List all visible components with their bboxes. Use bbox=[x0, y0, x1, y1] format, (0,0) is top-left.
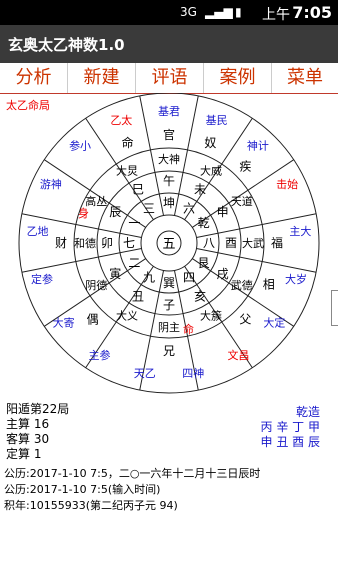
chart-glyph: 福 bbox=[271, 235, 283, 250]
chart-glyph: 主大 bbox=[289, 224, 311, 238]
footer-line: 公历:2017-1-10 7:5，二○一六年十二月十三日辰时 bbox=[4, 467, 261, 480]
chart-glyph: 艮 bbox=[198, 256, 210, 270]
battery-icon: ▮ bbox=[235, 5, 242, 19]
chart-glyph: 大簇 bbox=[200, 309, 222, 323]
chart-glyph: 偶 bbox=[87, 312, 99, 326]
chart-glyph: 大寄 bbox=[53, 316, 75, 330]
chart-glyph: 乙地 bbox=[27, 225, 49, 238]
chart-glyph: 大武 bbox=[242, 236, 264, 250]
menu-analyze-button[interactable]: 分析 bbox=[0, 63, 68, 93]
info-line: 阳遁第22局 bbox=[6, 402, 70, 416]
chart-glyph: 乙太 bbox=[110, 114, 132, 127]
chart-glyph: 丑 bbox=[132, 290, 144, 304]
bazi-stems: 丙 辛 丁 甲 bbox=[260, 420, 320, 434]
footer-line: 公历:2017-1-10 7:5(输入时间) bbox=[4, 483, 161, 496]
chart-divider bbox=[196, 247, 317, 273]
3g-icon: 3G bbox=[180, 5, 197, 19]
app-title: 玄奥太乙神数1.0 bbox=[8, 36, 125, 54]
chart-glyph: 八 bbox=[203, 236, 215, 250]
chart-glyph: 父 bbox=[239, 312, 251, 326]
chart-glyph: 大炅 bbox=[116, 163, 138, 177]
title-bar: 玄奥太乙神数1.0 bbox=[0, 25, 338, 64]
info-line: 主算 16 bbox=[6, 417, 50, 431]
clock: 7:05 bbox=[292, 3, 332, 22]
chart-glyph: 财 bbox=[55, 236, 67, 250]
chart-mark: 命 bbox=[183, 322, 194, 336]
info-line: 客算 30 bbox=[6, 432, 50, 446]
info-left: 阳遁第22局 主算 16 客算 30 定算 1 bbox=[6, 402, 69, 462]
chart-glyph: 大神 bbox=[158, 152, 180, 166]
chart-glyph: 参小 bbox=[69, 138, 91, 152]
chart-glyph: 天道 bbox=[231, 194, 253, 208]
chart-glyph: 神计 bbox=[247, 138, 269, 152]
menu-new-button[interactable]: 新建 bbox=[68, 63, 136, 93]
chart-glyph: 大岁 bbox=[285, 272, 307, 286]
chart-glyph: 午 bbox=[163, 174, 175, 188]
chart-glyph: 酉 bbox=[225, 236, 237, 250]
chart-glyph: 基民 bbox=[206, 114, 228, 127]
chart-glyph: 辰 bbox=[109, 205, 121, 219]
ampm-label: 上午 bbox=[262, 7, 290, 23]
chart-glyph: 四 bbox=[183, 271, 195, 285]
bazi-title: 乾造 bbox=[295, 405, 320, 419]
chart-glyph: 文昌 bbox=[227, 348, 249, 362]
chart-glyph: 一 bbox=[128, 216, 140, 230]
chart-glyph: 击始 bbox=[276, 177, 298, 191]
chart-glyph: 大威 bbox=[200, 163, 222, 177]
menu-more-button[interactable]: 菜单 bbox=[272, 63, 338, 93]
chart-glyph: 乾 bbox=[198, 216, 210, 230]
chart-glyph: 未 bbox=[194, 182, 206, 196]
footer-line: 积年:10155933(第二纪丙子元 94) bbox=[4, 499, 178, 512]
chart-glyph: 官 bbox=[163, 127, 175, 142]
chart-glyph: 天乙 bbox=[134, 367, 156, 380]
chart-glyph: 巽 bbox=[163, 276, 175, 290]
chart-glyph: 三 bbox=[143, 201, 155, 215]
chart-glyph: 寅 bbox=[109, 266, 121, 281]
chart-glyph: 四神 bbox=[182, 366, 204, 380]
chart-glyph: 大义 bbox=[116, 309, 138, 323]
signal-icon: ▂▄▆ bbox=[205, 5, 233, 19]
status-bar: 3G ▂▄▆ ▮ 上午 7:05 bbox=[0, 0, 338, 25]
chart-divider bbox=[21, 247, 142, 273]
chart-glyph: 主参 bbox=[89, 348, 111, 362]
chart-glyph: 卯 bbox=[101, 236, 113, 250]
chart-center: 五 bbox=[162, 236, 175, 251]
chart-glyph: 巳 bbox=[132, 182, 144, 196]
chart-glyph: 九 bbox=[143, 271, 155, 285]
menu-bar: 分析 新建 评语 案例 菜单 bbox=[0, 63, 338, 94]
chart-glyph: 子 bbox=[163, 298, 175, 312]
chart-glyph: 疾 bbox=[239, 159, 251, 174]
chart-glyph: 相 bbox=[263, 277, 275, 291]
chart-glyph: 和德 bbox=[74, 236, 96, 250]
info-line: 定算 1 bbox=[6, 447, 42, 461]
chart-glyph: 坤 bbox=[163, 195, 175, 210]
chart-glyph: 二 bbox=[128, 256, 140, 270]
chart-glyph: 阴主 bbox=[158, 321, 180, 334]
chart-glyph: 大定 bbox=[263, 316, 285, 330]
chart-glyph: 武德 bbox=[231, 278, 253, 292]
chart-glyph: 高丛 bbox=[85, 194, 107, 208]
chart-mark: 身 bbox=[78, 206, 89, 220]
bazi-box: 乾造 丙 辛 丁 甲 申 丑 酉 辰 bbox=[256, 405, 320, 450]
chart-glyph: 戌 bbox=[217, 267, 229, 281]
taiyi-chart: 基君基民神计击始主大大岁大定文昌四神 天乙 主参 大寄 定参 乙地 游神 参小 乙太官奴疾福相父… bbox=[18, 93, 320, 394]
side-handle[interactable] bbox=[331, 290, 338, 326]
chart-glyph: 亥 bbox=[194, 290, 206, 304]
chart-glyph: 七 bbox=[123, 236, 135, 250]
footer-info: 公历:2017-1-10 7:5，二○一六年十二月十三日辰时 公历:2017-1… bbox=[4, 466, 260, 514]
chart-glyph: 兄 bbox=[163, 344, 175, 358]
bazi-branches: 申 丑 酉 辰 bbox=[260, 435, 320, 449]
chart-glyph: 阴德 bbox=[85, 278, 107, 292]
chart-glyph: 六 bbox=[183, 201, 195, 215]
chart-glyph: 定参 bbox=[31, 272, 53, 286]
chart-glyph: 命 bbox=[122, 135, 134, 150]
menu-case-button[interactable]: 案例 bbox=[204, 63, 272, 93]
chart-glyph: 游神 bbox=[40, 177, 62, 191]
chart-glyph: 申 bbox=[217, 205, 229, 219]
chart-glyph: 基君 bbox=[158, 105, 180, 118]
menu-comment-button[interactable]: 评语 bbox=[136, 63, 204, 93]
chart-glyph: 奴 bbox=[204, 136, 216, 150]
